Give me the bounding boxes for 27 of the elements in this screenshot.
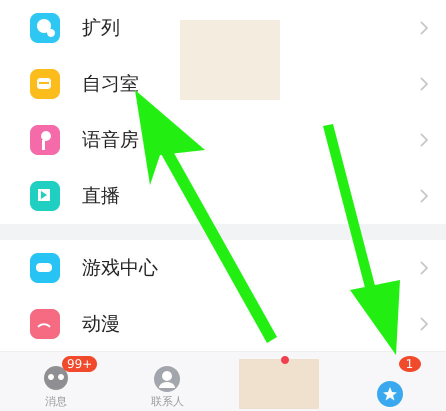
- tab-label: 消息: [44, 394, 67, 409]
- tab-label: 联系人: [150, 394, 184, 409]
- chevron-right-icon: [420, 77, 428, 91]
- app-icon: [30, 309, 60, 339]
- chevron-right-icon: [420, 189, 428, 203]
- app-icon: [30, 13, 60, 43]
- chevron-right-icon: [420, 133, 428, 147]
- app-icon: [30, 181, 60, 211]
- notification-dot: [281, 356, 289, 364]
- menu-label: 游戏中心: [82, 256, 159, 281]
- person-icon: [152, 364, 182, 394]
- tab[interactable]: 消息 99+: [0, 352, 112, 411]
- chevron-right-icon: [420, 21, 428, 35]
- app-icon: [30, 125, 60, 155]
- chevron-right-icon: [420, 261, 428, 275]
- menu-label: 直播: [82, 184, 121, 209]
- tab[interactable]: 1: [334, 352, 446, 411]
- count-badge: 1: [398, 356, 420, 372]
- menu-label: 自习室: [82, 72, 140, 97]
- app-icon: [30, 253, 60, 283]
- menu-label: 扩列: [82, 16, 121, 41]
- menu-label: 动漫: [82, 312, 121, 337]
- chevron-right-icon: [420, 317, 428, 331]
- menu-item[interactable]: 动漫: [0, 296, 446, 352]
- menu-label: 语音房: [82, 128, 140, 153]
- count-badge: 99+: [62, 356, 98, 372]
- app-icon: [30, 69, 60, 99]
